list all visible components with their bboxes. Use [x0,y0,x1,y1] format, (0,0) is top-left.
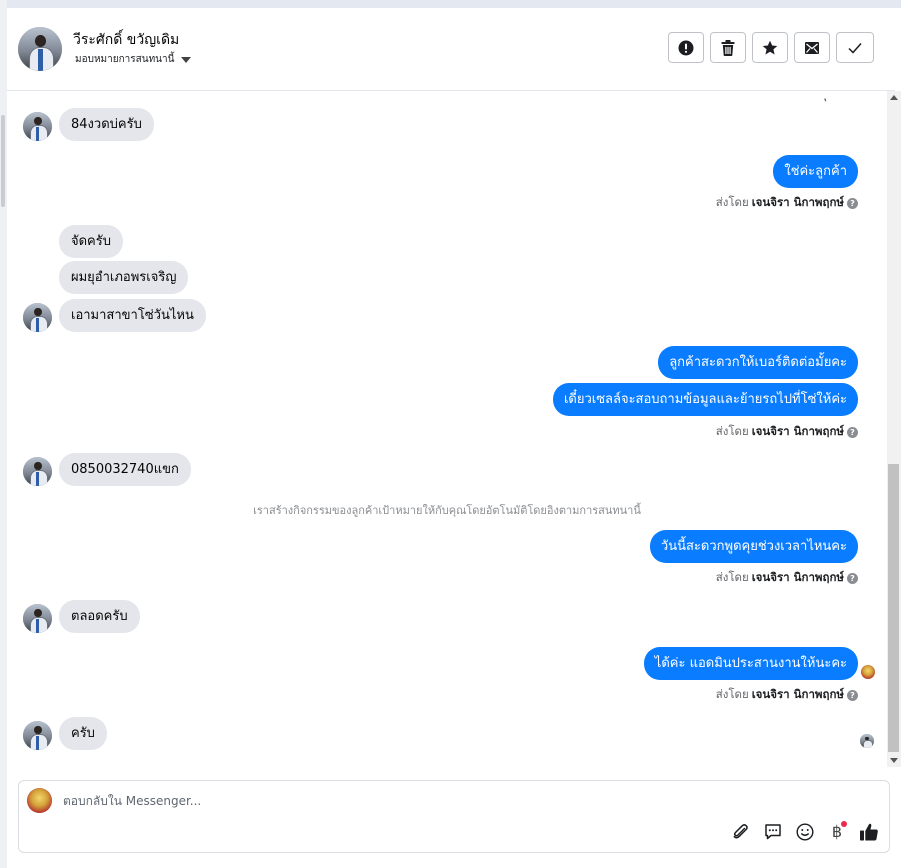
outgoing-message[interactable]: ได้ค่ะ แอดมินประสานงานให้นะคะ [643,647,858,680]
saved-replies-button[interactable] [763,822,783,842]
delete-button[interactable] [710,32,746,63]
exclamation-circle-icon [678,40,694,55]
star-button[interactable] [752,32,788,63]
chat-bubble-icon [765,824,781,840]
thumbs-up-icon [860,823,878,841]
outgoing-message[interactable]: ใช่ค่ะลูกค้า [773,155,858,188]
seen-indicator-avatar [861,665,875,679]
sent-by-label: ส่งโดย เจนจิรา นิกาพฤกษ์? [716,423,858,441]
star-icon [762,40,778,54]
agent-name: เจนจิรา นิกาพฤกษ์ [751,687,844,701]
help-icon[interactable]: ? [847,572,858,584]
assign-conversation-dropdown[interactable]: มอบหมายการสนทนานี้ [75,52,192,67]
incoming-message[interactable]: 84งวดบ่ครับ [59,108,154,141]
agent-name: เจนจิรา นิกาพฤกษ์ [751,424,844,438]
trash-icon [721,39,735,56]
sent-by-label: ส่งโดย เจนจิรา นิกาพฤกษ์? [716,569,858,587]
conversation-header: วีระศักดิ์ ขวัญเดิม มอบหมายการสนทนานี้ [7,8,895,91]
assign-label: มอบหมายการสนทนานี้ [75,54,175,65]
incoming-message[interactable]: จัดครับ [59,225,123,258]
incoming-message[interactable]: ตลอดครับ [59,600,140,633]
caret-down-icon [181,57,192,63]
sent-by-label: ส่งโดย เจนจิรา นิกาพฤกษ์? [716,194,858,212]
contact-avatar-small[interactable] [23,457,52,486]
reply-composer: ฿ [18,780,890,853]
contact-avatar[interactable] [18,27,62,71]
paperclip-icon [733,824,748,839]
contact-avatar-small[interactable] [23,604,52,633]
envelope-icon [805,41,819,54]
contact-name[interactable]: วีระศักดิ์ ขวัญเดิม [73,29,179,51]
contact-avatar-small[interactable] [23,721,52,750]
emoji-button[interactable] [795,822,815,842]
incoming-message[interactable]: ผมยุอำเภอพรเจริญ [59,261,189,294]
mark-unread-button[interactable] [794,32,830,63]
alert-button[interactable] [668,32,704,63]
scroll-down-arrow-icon[interactable] [890,758,898,763]
reply-input[interactable] [63,794,623,808]
left-scrollbar[interactable] [0,0,7,868]
like-button[interactable] [859,822,879,842]
notification-dot [841,821,847,827]
check-icon [848,42,862,54]
message-scrollbar[interactable] [887,91,901,767]
scroll-up-arrow-icon[interactable] [890,95,898,100]
window-top-strip [0,0,901,8]
done-button[interactable] [836,32,874,63]
contact-avatar-small[interactable] [23,303,52,332]
system-notice: เราสร้างกิจกรรมของลูกค้าเป้าหมายให้กับคุ… [253,504,641,517]
outgoing-message[interactable]: เดี๋ยวเซลล์จะสอบถามข้อมูลและย้ายรถไปที่โ… [552,383,858,416]
outgoing-message[interactable]: วันนี้สะดวกพูดคุยช่วงเวลาไหนคะ [649,530,858,563]
incoming-message[interactable]: ครับ [59,717,107,750]
help-icon[interactable]: ? [847,197,858,209]
payment-button[interactable]: ฿ [827,821,847,842]
scrollbar-thumb[interactable] [888,464,899,752]
page-avatar [27,788,52,813]
incoming-message[interactable]: เอามาสาขาโซ่วันไหน [59,299,206,332]
help-icon[interactable]: ? [847,689,858,701]
message-list[interactable]: ุ 84งวดบ่ครับ ใช่ค่ะลูกค้า ส่งโดยเจนจิรา… [7,91,887,767]
seen-indicator-avatar [860,734,874,748]
incoming-message[interactable]: 0850032740แขก [59,453,191,486]
help-icon[interactable]: ? [847,426,858,438]
composer-tools: ฿ [731,821,879,842]
contact-avatar-small[interactable] [23,112,52,141]
smiley-icon [796,823,814,841]
agent-name: เจนจิรา นิกาพฤกษ์ [751,570,844,584]
header-actions [668,32,874,63]
outgoing-message[interactable]: ลูกค้าสะดวกให้เบอร์ติดต่อมั้ยคะ [658,346,858,379]
attach-button[interactable] [731,822,751,842]
agent-name: เจนจิรา นิกาพฤกษ์ [751,195,844,209]
left-scrollbar-thumb[interactable] [1,115,5,207]
sent-by-label: ส่งโดย เจนจิรา นิกาพฤกษ์? [716,686,858,704]
